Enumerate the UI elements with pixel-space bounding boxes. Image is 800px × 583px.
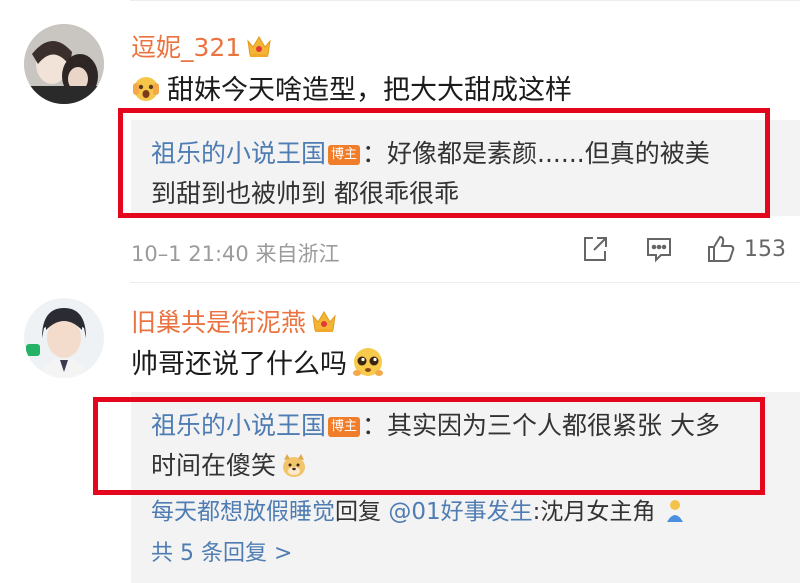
comment-text: 帅哥还说了什么吗 — [131, 342, 391, 381]
comment-icon[interactable] — [644, 234, 674, 264]
author-badge: 博主 — [328, 417, 361, 437]
avatar[interactable] — [24, 24, 104, 104]
second-reply-author[interactable]: 每天都想放假睡觉 — [151, 499, 335, 525]
reply-text-cont: 到甜到也被帅到 都很乖很乖 — [151, 179, 459, 208]
reply-text: ：其实因为三个人都很紧张 大多 — [362, 411, 720, 440]
username-text[interactable]: 逗妮_321 — [131, 28, 241, 64]
action-bar: 153 — [580, 234, 800, 264]
reply-line-1: 祖乐的小说王国 博主 ：好像都是素颜......但真的被美 — [151, 134, 780, 174]
mention-link[interactable]: @01好事发生 — [388, 499, 532, 525]
more-replies-text[interactable]: 共 5 条回复 > — [151, 541, 292, 566]
like-icon[interactable] — [706, 234, 736, 264]
reply-line-2: 到甜到也被帅到 都很乖很乖 — [151, 174, 780, 214]
person-emoji-icon — [663, 495, 687, 522]
shocked-emoji-icon — [131, 73, 161, 103]
author-badge: 博主 — [328, 145, 361, 165]
comment-meta: 10–1 21:40 来自浙江 — [131, 238, 339, 268]
username-text[interactable]: 旧巢共是衔泥燕 — [131, 303, 306, 339]
comment-body: 帅哥还说了什么吗 — [131, 349, 347, 380]
comment-text: 甜妹今天啥造型，把大大甜成这样 — [131, 68, 572, 107]
reply-author[interactable]: 祖乐的小说王国 — [151, 411, 326, 440]
timestamp-location: 10–1 21:40 来自浙江 — [131, 242, 340, 266]
like-count: 153 — [744, 236, 786, 262]
top-divider — [130, 0, 800, 1]
username[interactable]: 旧巢共是衔泥燕 — [131, 303, 338, 339]
avatar[interactable] — [24, 298, 104, 378]
reply-line-1: 祖乐的小说王国 博主 ：其实因为三个人都很紧张 大多 — [151, 406, 780, 446]
crown-icon — [245, 33, 273, 59]
second-reply[interactable]: 每天都想放假睡觉回复 @01好事发生:沈月女主角 — [151, 492, 780, 532]
more-replies-link[interactable]: 共 5 条回复 > — [151, 534, 780, 574]
username[interactable]: 逗妮_321 — [131, 28, 273, 64]
comment-divider — [130, 282, 800, 283]
reply-text: ：好像都是素颜......但真的被美 — [362, 139, 710, 168]
reply-box[interactable]: 祖乐的小说王国 博主 ：好像都是素颜......但真的被美 到甜到也被帅到 都很乖很… — [131, 120, 800, 216]
reply-box[interactable]: 祖乐的小说王国 博主 ：其实因为三个人都很紧张 大多 时间在傻笑 每天都想放假睡觉回… — [131, 392, 800, 583]
crown-icon — [310, 308, 338, 334]
share-icon[interactable] — [580, 234, 610, 264]
reply-text-cont: 时间在傻笑 — [151, 451, 277, 480]
reply-author[interactable]: 祖乐的小说王国 — [151, 139, 326, 168]
doge-icon — [280, 452, 308, 480]
comment-body: 甜妹今天啥造型，把大大甜成这样 — [167, 75, 572, 106]
pleading-face-icon — [351, 345, 385, 379]
reply-label: 回复 — [335, 499, 389, 525]
second-reply-text: :沈月女主角 — [532, 499, 656, 525]
reply-line-2: 时间在傻笑 — [151, 446, 780, 486]
